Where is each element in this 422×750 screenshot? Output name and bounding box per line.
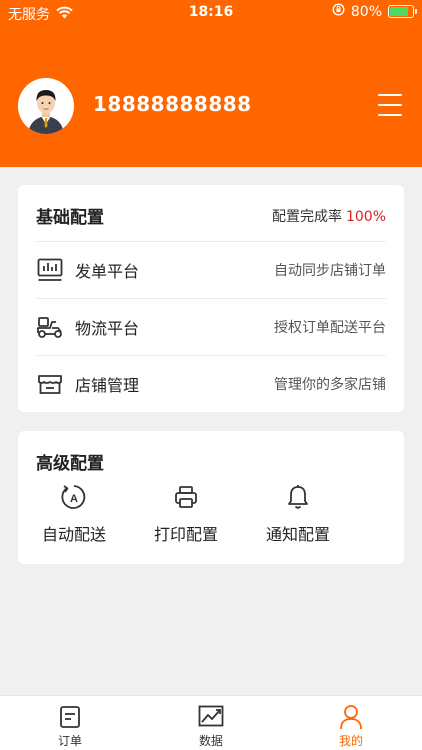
advanced-config-title: 高级配置 bbox=[36, 454, 104, 474]
hamburger-icon bbox=[378, 94, 402, 96]
completion-rate-label: 配置完成率 bbox=[271, 209, 342, 225]
data-chart-icon bbox=[198, 704, 224, 730]
completion-rate-value: 100% bbox=[345, 209, 386, 225]
orientation-lock-icon bbox=[332, 3, 345, 20]
order-icon bbox=[57, 704, 83, 730]
profile-header: 无服务 18:16 80% 18888888888 bbox=[0, 0, 422, 167]
bell-icon bbox=[284, 483, 312, 511]
auto-delivery-button[interactable]: A 自动配送 bbox=[18, 483, 130, 545]
svg-text:A: A bbox=[70, 493, 78, 505]
tab-data[interactable]: 数据 bbox=[166, 704, 256, 749]
printer-icon bbox=[172, 483, 200, 511]
scooter-icon bbox=[36, 313, 64, 341]
config-row-order-platform[interactable]: 发单平台 自动同步店铺订单 bbox=[36, 241, 386, 298]
print-config-label: 打印配置 bbox=[153, 525, 218, 544]
row-desc: 管理你的多家店铺 bbox=[274, 377, 386, 393]
completion-rate: 配置完成率 100% bbox=[272, 206, 386, 226]
tab-orders[interactable]: 订单 bbox=[25, 704, 115, 749]
tab-label: 我的 bbox=[338, 734, 363, 748]
config-row-logistics-platform[interactable]: 物流平台 授权订单配送平台 bbox=[36, 298, 386, 355]
avatar-person-icon bbox=[18, 78, 74, 134]
hamburger-icon-line bbox=[378, 104, 402, 106]
store-icon bbox=[36, 370, 64, 398]
basic-config-card: 基础配置 配置完成率 100% 发单平台 自动同步店铺订单 物流平台 授权订单配… bbox=[18, 185, 404, 412]
status-bar: 无服务 18:16 80% bbox=[0, 0, 422, 24]
advanced-config-items: A 自动配送 打印配置 通知配置 bbox=[18, 483, 404, 553]
row-desc: 授权订单配送平台 bbox=[274, 320, 386, 336]
advanced-config-card: 高级配置 A 自动配送 打印配置 通知配置 bbox=[18, 431, 404, 564]
battery-percent: 80% bbox=[350, 3, 382, 20]
auto-delivery-label: 自动配送 bbox=[41, 525, 106, 544]
notification-config-label: 通知配置 bbox=[265, 525, 330, 544]
row-label: 物流平台 bbox=[75, 319, 140, 338]
row-desc: 自动同步店铺订单 bbox=[274, 263, 386, 279]
battery-icon bbox=[388, 5, 417, 18]
chart-icon bbox=[36, 256, 64, 284]
row-label: 发单平台 bbox=[75, 262, 140, 281]
menu-button[interactable] bbox=[378, 94, 402, 118]
tab-bar: 订单 数据 我的 bbox=[0, 695, 422, 750]
user-phone: 18888888888 bbox=[93, 92, 252, 116]
status-right: 80% bbox=[332, 3, 417, 20]
tab-label: 数据 bbox=[198, 734, 223, 748]
print-config-button[interactable]: 打印配置 bbox=[130, 483, 242, 545]
auto-refresh-icon: A bbox=[60, 483, 88, 511]
hamburger-icon-line bbox=[378, 114, 402, 116]
basic-config-title: 基础配置 bbox=[36, 208, 104, 228]
avatar[interactable] bbox=[18, 78, 74, 134]
tab-label: 订单 bbox=[57, 734, 82, 748]
tab-mine[interactable]: 我的 bbox=[306, 704, 396, 749]
profile-icon bbox=[338, 704, 364, 730]
notification-config-button[interactable]: 通知配置 bbox=[242, 483, 354, 545]
row-label: 店铺管理 bbox=[75, 376, 140, 395]
config-row-store-management[interactable]: 店铺管理 管理你的多家店铺 bbox=[36, 355, 386, 412]
